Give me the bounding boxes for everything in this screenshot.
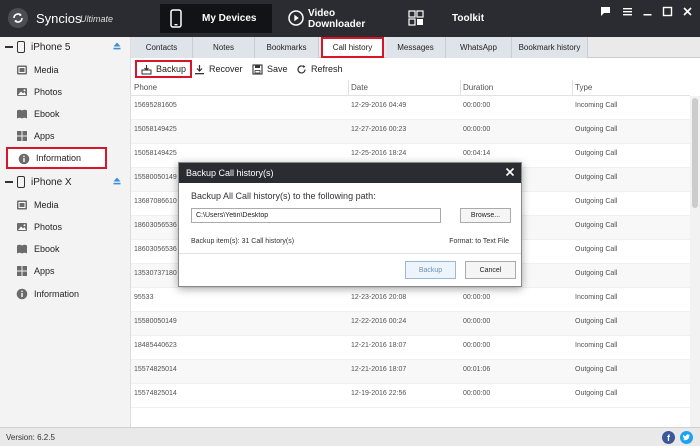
nav-my-devices-label: My Devices — [202, 13, 257, 24]
info-icon — [18, 153, 30, 165]
tab-bar: Contacts Notes Bookmarks Call history Me… — [131, 37, 700, 58]
phone-icon — [17, 176, 25, 188]
syncios-logo-icon — [8, 8, 28, 28]
twitter-icon[interactable] — [680, 431, 693, 444]
sidebar-item-label: Photos — [34, 222, 63, 232]
device-name: iPhone X — [31, 176, 72, 188]
sidebar-item-media[interactable]: Media — [6, 60, 107, 80]
sidebar: iPhone 5 Media Photos Ebook Apps Informa… — [0, 37, 131, 427]
collapse-icon[interactable] — [5, 181, 13, 183]
dialog-divider — [179, 253, 521, 254]
sidebar-item-label: Ebook — [34, 109, 60, 119]
tab-call-history[interactable]: Call history — [321, 37, 384, 58]
nav-my-devices[interactable]: My Devices — [160, 4, 272, 33]
sidebar-item-apps[interactable]: Apps — [6, 126, 107, 146]
sidebar-item-media-2[interactable]: Media — [6, 195, 107, 215]
photos-icon — [17, 88, 27, 96]
sidebar-item-ebook-2[interactable]: Ebook — [6, 239, 107, 259]
nav-video-downloader[interactable]: Video Downloader — [284, 4, 394, 33]
close-icon[interactable] — [680, 6, 694, 20]
apps-icon — [17, 131, 27, 141]
backup-item-count: Backup item(s): 31 Call history(s) — [191, 238, 295, 245]
sidebar-item-label: Information — [34, 289, 80, 299]
maximize-icon[interactable] — [660, 6, 674, 20]
phone-icon — [17, 41, 25, 53]
device-name: iPhone 5 — [31, 41, 71, 53]
version-label: Version: 6.2.5 — [6, 433, 55, 442]
tab-bookmarks[interactable]: Bookmarks — [255, 37, 319, 58]
menu-icon[interactable] — [620, 6, 634, 20]
photos-icon — [17, 223, 27, 231]
play-icon — [288, 10, 304, 29]
nav-video-downloader-label: Video Downloader — [308, 7, 366, 30]
backup-path-input[interactable] — [191, 208, 441, 223]
sidebar-item-ebook[interactable]: Ebook — [6, 104, 107, 124]
minimize-icon[interactable] — [640, 6, 654, 20]
app-edition: Ultimate — [80, 14, 114, 24]
facebook-icon[interactable]: f — [662, 431, 675, 444]
apps-icon — [17, 266, 27, 276]
dialog-message: Backup All Call history(s) to the follow… — [191, 191, 376, 201]
tab-messages[interactable]: Messages — [386, 37, 446, 58]
sidebar-item-label: Apps — [34, 266, 55, 276]
backup-label: Backup — [156, 64, 187, 74]
refresh-icon — [297, 64, 306, 74]
backup-button[interactable]: Backup — [135, 60, 193, 78]
save-button[interactable]: Save — [252, 60, 288, 78]
sidebar-item-label: Photos — [34, 87, 63, 97]
sidebar-item-label: Information — [36, 153, 82, 163]
title-bar: Syncios Ultimate My Devices Video Downlo… — [0, 0, 700, 37]
eject-icon[interactable] — [113, 42, 121, 50]
info-icon — [16, 288, 28, 300]
toolbar: Backup Recover Save Refresh — [131, 58, 700, 80]
save-label: Save — [267, 64, 288, 74]
status-bar: Version: 6.2.5 f — [0, 427, 700, 446]
sidebar-item-label: Ebook — [34, 244, 60, 254]
sidebar-item-label: Media — [34, 65, 59, 75]
recover-button[interactable]: Recover — [194, 60, 243, 78]
tab-bookmark-history[interactable]: Bookmark history — [512, 37, 588, 58]
recover-icon — [195, 64, 204, 74]
backup-format: Format: to Text File — [449, 238, 509, 245]
tab-whatsapp[interactable]: WhatsApp — [446, 37, 512, 58]
sidebar-item-photos[interactable]: Photos — [6, 82, 107, 102]
dialog-backup-button[interactable]: Backup — [405, 261, 456, 279]
dialog-title: Backup Call history(s) — [186, 168, 274, 178]
media-icon — [17, 65, 27, 75]
sidebar-item-photos-2[interactable]: Photos — [6, 217, 107, 237]
dialog-close-icon[interactable] — [505, 166, 515, 180]
backup-dialog: Backup Call history(s) Backup All Call h… — [178, 162, 522, 287]
feedback-icon[interactable] — [598, 6, 612, 20]
app-name: Syncios — [36, 11, 82, 26]
dialog-title-bar: Backup Call history(s) — [179, 163, 521, 183]
backup-icon — [141, 64, 152, 74]
sidebar-item-apps-2[interactable]: Apps — [6, 261, 107, 281]
phone-icon — [170, 9, 182, 31]
media-icon — [17, 200, 27, 210]
tab-notes[interactable]: Notes — [193, 37, 255, 58]
sidebar-item-label: Media — [34, 200, 59, 210]
sidebar-item-label: Apps — [34, 131, 55, 141]
refresh-button[interactable]: Refresh — [296, 60, 343, 78]
ebook-icon — [17, 244, 27, 254]
sidebar-item-information[interactable]: Information — [6, 147, 107, 169]
recover-label: Recover — [209, 64, 243, 74]
collapse-icon[interactable] — [5, 46, 13, 48]
nav-toolkit-label: Toolkit — [452, 13, 485, 24]
tab-contacts[interactable]: Contacts — [131, 37, 193, 58]
refresh-label: Refresh — [311, 64, 343, 74]
sidebar-item-information-2[interactable]: Information — [6, 284, 107, 304]
nav-toolkit[interactable]: Toolkit — [408, 4, 488, 33]
grid-icon — [408, 10, 424, 29]
save-icon — [252, 63, 263, 75]
browse-button[interactable]: Browse... — [460, 208, 511, 223]
dialog-cancel-button[interactable]: Cancel — [465, 261, 516, 279]
device-header-iphone-5[interactable]: iPhone 5 — [0, 37, 131, 57]
device-header-iphone-x[interactable]: iPhone X — [0, 172, 131, 192]
ebook-icon — [17, 109, 27, 119]
eject-icon[interactable] — [113, 177, 121, 185]
